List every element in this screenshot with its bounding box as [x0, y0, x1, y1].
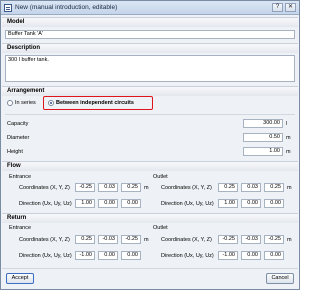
arrangement-heading: Arrangement	[7, 88, 45, 94]
radio-in-series[interactable]	[7, 100, 13, 106]
return-section-header: Return	[2, 213, 298, 223]
return-outlet-y[interactable]: -0.03	[241, 235, 261, 244]
diameter-unit: m	[286, 135, 291, 141]
flow-entrance-uz[interactable]: 0.00	[121, 199, 141, 208]
return-entrance-ux[interactable]: -1.00	[75, 251, 95, 260]
capacity-label: Capacity	[7, 121, 29, 127]
flow-entrance-ux[interactable]: 1.00	[75, 199, 95, 208]
return-entrance-coords-unit: m	[144, 237, 149, 243]
flow-outlet-uy[interactable]: 0.00	[241, 199, 261, 208]
footer-separator	[2, 268, 298, 269]
return-outlet-uy[interactable]: 0.00	[241, 251, 261, 260]
flow-outlet-uz[interactable]: 0.00	[264, 199, 284, 208]
flow-outlet-z[interactable]: 0.25	[264, 183, 284, 192]
return-outlet-coords-unit: m	[287, 237, 292, 243]
flow-outlet-dir-label: Direction (Ux, Uy, Uz)	[161, 201, 214, 207]
flow-section-header: Flow	[2, 161, 298, 171]
close-button[interactable]: ✕	[285, 3, 296, 12]
model-section-header: Model	[2, 17, 298, 27]
flow-outlet-x[interactable]: 0.25	[218, 183, 238, 192]
flow-entrance-heading: Entrance	[9, 174, 32, 180]
flow-outlet-ux[interactable]: 1.00	[218, 199, 238, 208]
flow-entrance-dir-label: Direction (Ux, Uy, Uz)	[19, 201, 72, 207]
return-outlet-coords-label: Coordinates (X, Y, Z)	[161, 237, 212, 243]
window-title: New (manual introduction, editable)	[15, 4, 118, 11]
model-heading: Model	[7, 19, 25, 25]
return-entrance-coords-label: Coordinates (X, Y, Z)	[19, 237, 70, 243]
app-icon	[4, 4, 12, 12]
flow-entrance-y[interactable]: 0.03	[98, 183, 118, 192]
return-outlet-x[interactable]: -0.25	[218, 235, 238, 244]
arrangement-section-header: Arrangement	[2, 86, 298, 96]
help-button[interactable]: ?	[272, 3, 283, 12]
return-entrance-z[interactable]: -0.25	[121, 235, 141, 244]
capacity-unit: l	[286, 121, 288, 127]
height-label: Height	[7, 149, 23, 155]
radio-between-circuits-label[interactable]: Between independent circuits	[56, 100, 134, 106]
separator	[5, 114, 295, 115]
flow-outlet-y[interactable]: 0.03	[241, 183, 261, 192]
accept-button[interactable]: Accept	[6, 273, 34, 284]
cancel-button[interactable]: Cancel	[266, 273, 294, 284]
return-entrance-uz[interactable]: 0.00	[121, 251, 141, 260]
flow-entrance-coords-unit: m	[144, 185, 149, 191]
flow-outlet-heading: Outlet	[153, 174, 168, 180]
capacity-input[interactable]: 300.00	[243, 119, 283, 128]
height-unit: m	[286, 149, 291, 155]
radio-between-circuits[interactable]	[48, 100, 54, 106]
return-outlet-heading: Outlet	[153, 225, 168, 231]
radio-in-series-label[interactable]: In series	[15, 100, 36, 106]
description-heading: Description	[7, 45, 41, 51]
return-entrance-uy[interactable]: 0.00	[98, 251, 118, 260]
return-heading: Return	[7, 215, 27, 221]
return-entrance-x[interactable]: 0.25	[75, 235, 95, 244]
return-entrance-dir-label: Direction (Ux, Uy, Uz)	[19, 253, 72, 259]
return-outlet-ux[interactable]: -1.00	[218, 251, 238, 260]
description-textarea[interactable]: 300 l buffer tank.	[5, 55, 295, 82]
description-section-header: Description	[2, 43, 298, 53]
flow-entrance-coords-label: Coordinates (X, Y, Z)	[19, 185, 70, 191]
return-outlet-uz[interactable]: 0.00	[264, 251, 284, 260]
dialog-window: New (manual introduction, editable) ? ✕ …	[0, 0, 300, 290]
height-input[interactable]: 1.00	[243, 147, 283, 156]
flow-entrance-uy[interactable]: 0.00	[98, 199, 118, 208]
return-entrance-heading: Entrance	[9, 225, 32, 231]
return-outlet-z[interactable]: -0.25	[264, 235, 284, 244]
flow-entrance-z[interactable]: 0.25	[121, 183, 141, 192]
flow-outlet-coords-label: Coordinates (X, Y, Z)	[161, 185, 212, 191]
diameter-input[interactable]: 0.50	[243, 133, 283, 142]
diameter-label: Diameter	[7, 135, 30, 141]
return-outlet-dir-label: Direction (Ux, Uy, Uz)	[161, 253, 214, 259]
model-input[interactable]: Buffer Tank 'A'	[5, 30, 295, 39]
flow-entrance-x[interactable]: -0.25	[75, 183, 95, 192]
flow-heading: Flow	[7, 163, 21, 169]
return-entrance-y[interactable]: -0.03	[98, 235, 118, 244]
flow-outlet-coords-unit: m	[287, 185, 292, 191]
title-bar[interactable]: New (manual introduction, editable) ? ✕	[1, 1, 299, 15]
